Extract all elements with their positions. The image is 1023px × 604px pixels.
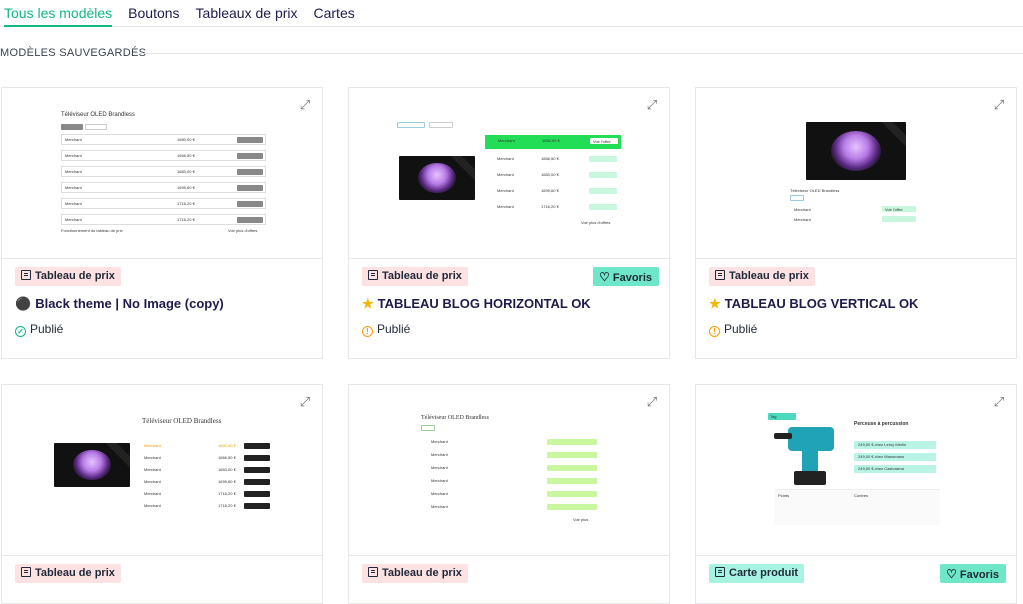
template-card[interactable]: Téléviseur OLED Brandless Merchant 1650,0… [1, 384, 323, 604]
warning-circle-icon: ! [362, 326, 373, 337]
badge-label: Tableau de prix [35, 270, 115, 282]
badge-label: Tableau de prix [382, 567, 462, 579]
status-text: Publié [30, 322, 64, 336]
badge-label: Tableau de prix [729, 270, 809, 282]
template-preview: Tag Perceuse à percussion 249,00 € chez … [696, 385, 1016, 556]
black-circle-icon: ⚫ [15, 296, 32, 311]
tab-bar: Tous les modèles Boutons Tableaux de pri… [0, 0, 1023, 27]
preview-title: Téléviseur OLED Brandless [61, 112, 136, 118]
favorite-button[interactable]: ♡ Favoris [940, 564, 1006, 583]
type-badge: Tableau de prix [362, 267, 468, 286]
type-badge: Tableau de prix [15, 267, 121, 286]
template-preview: Téléviseur OLED Brandless Merchant Merch… [349, 385, 669, 556]
type-badge: Tableau de prix [709, 267, 815, 286]
expand-icon[interactable]: ⤢ [992, 98, 1006, 112]
tab-price-tables[interactable]: Tableaux de prix [188, 0, 306, 26]
check-circle-icon: ✓ [15, 326, 26, 337]
star-icon: ★ [362, 296, 374, 311]
heart-icon: ♡ [946, 567, 957, 581]
expand-icon[interactable]: ⤢ [645, 98, 659, 112]
favorite-label: Favoris [959, 569, 999, 581]
title-text: Black theme | No Image (copy) [35, 296, 224, 311]
status: ! Publié [709, 322, 757, 337]
title-text: TABLEAU BLOG HORIZONTAL OK [377, 296, 591, 311]
template-title[interactable]: ★ TABLEAU BLOG HORIZONTAL OK [362, 296, 591, 312]
expand-icon[interactable]: ⤢ [992, 395, 1006, 409]
table-icon [21, 567, 31, 577]
badge-label: Tableau de prix [382, 270, 462, 282]
template-preview: Merchant 1650,00 € Voir l'offre Merchant 16… [349, 88, 669, 259]
tab-buttons[interactable]: Boutons [120, 0, 187, 26]
section-title: MODÈLES SAUVEGARDÉS [0, 47, 147, 59]
template-preview: Téléviseur OLED Brandless Merchant 1680,0… [2, 88, 322, 259]
heart-icon: ♡ [599, 270, 610, 284]
type-badge: Tableau de prix [15, 564, 121, 583]
status-text: Publié [724, 322, 758, 336]
expand-icon[interactable]: ⤢ [298, 395, 312, 409]
template-title[interactable]: ★ TABLEAU BLOG VERTICAL OK [709, 296, 918, 312]
template-card[interactable]: Téléviseur OLED Brandless Merchant Voir l… [695, 87, 1017, 359]
template-preview: Téléviseur OLED Brandless Merchant 1650,0… [2, 385, 322, 556]
status-text: Publié [377, 322, 411, 336]
favorite-label: Favoris [612, 272, 652, 284]
table-icon [368, 270, 378, 280]
tab-all-templates[interactable]: Tous les modèles [0, 0, 120, 27]
type-badge: Carte produit [709, 564, 805, 583]
template-card[interactable]: Téléviseur OLED Brandless Merchant Merch… [348, 384, 670, 604]
expand-icon[interactable]: ⤢ [645, 395, 659, 409]
table-icon [368, 567, 378, 577]
star-icon: ★ [709, 296, 721, 311]
tab-cards[interactable]: Cartes [306, 0, 363, 26]
template-preview: Téléviseur OLED Brandless Merchant Voir l… [696, 88, 1016, 259]
type-badge: Tableau de prix [362, 564, 468, 583]
table-icon [715, 270, 725, 280]
card-icon [715, 567, 725, 577]
badge-label: Carte produit [729, 567, 799, 579]
template-card[interactable]: Téléviseur OLED Brandless Merchant 1680,0… [1, 87, 323, 359]
section-divider [135, 53, 1023, 54]
template-title[interactable]: ⚫ Black theme | No Image (copy) [15, 296, 224, 312]
badge-label: Tableau de prix [35, 567, 115, 579]
title-text: TABLEAU BLOG VERTICAL OK [724, 296, 919, 311]
warning-circle-icon: ! [709, 326, 720, 337]
template-card[interactable]: Merchant 1650,00 € Voir l'offre Merchant 16… [348, 87, 670, 359]
template-card[interactable]: Tag Perceuse à percussion 249,00 € chez … [695, 384, 1017, 604]
status: ✓ Publié [15, 322, 63, 337]
table-icon [21, 270, 31, 280]
status: ! Publié [362, 322, 410, 337]
favorite-button[interactable]: ♡ Favoris [593, 267, 659, 286]
expand-icon[interactable]: ⤢ [298, 98, 312, 112]
